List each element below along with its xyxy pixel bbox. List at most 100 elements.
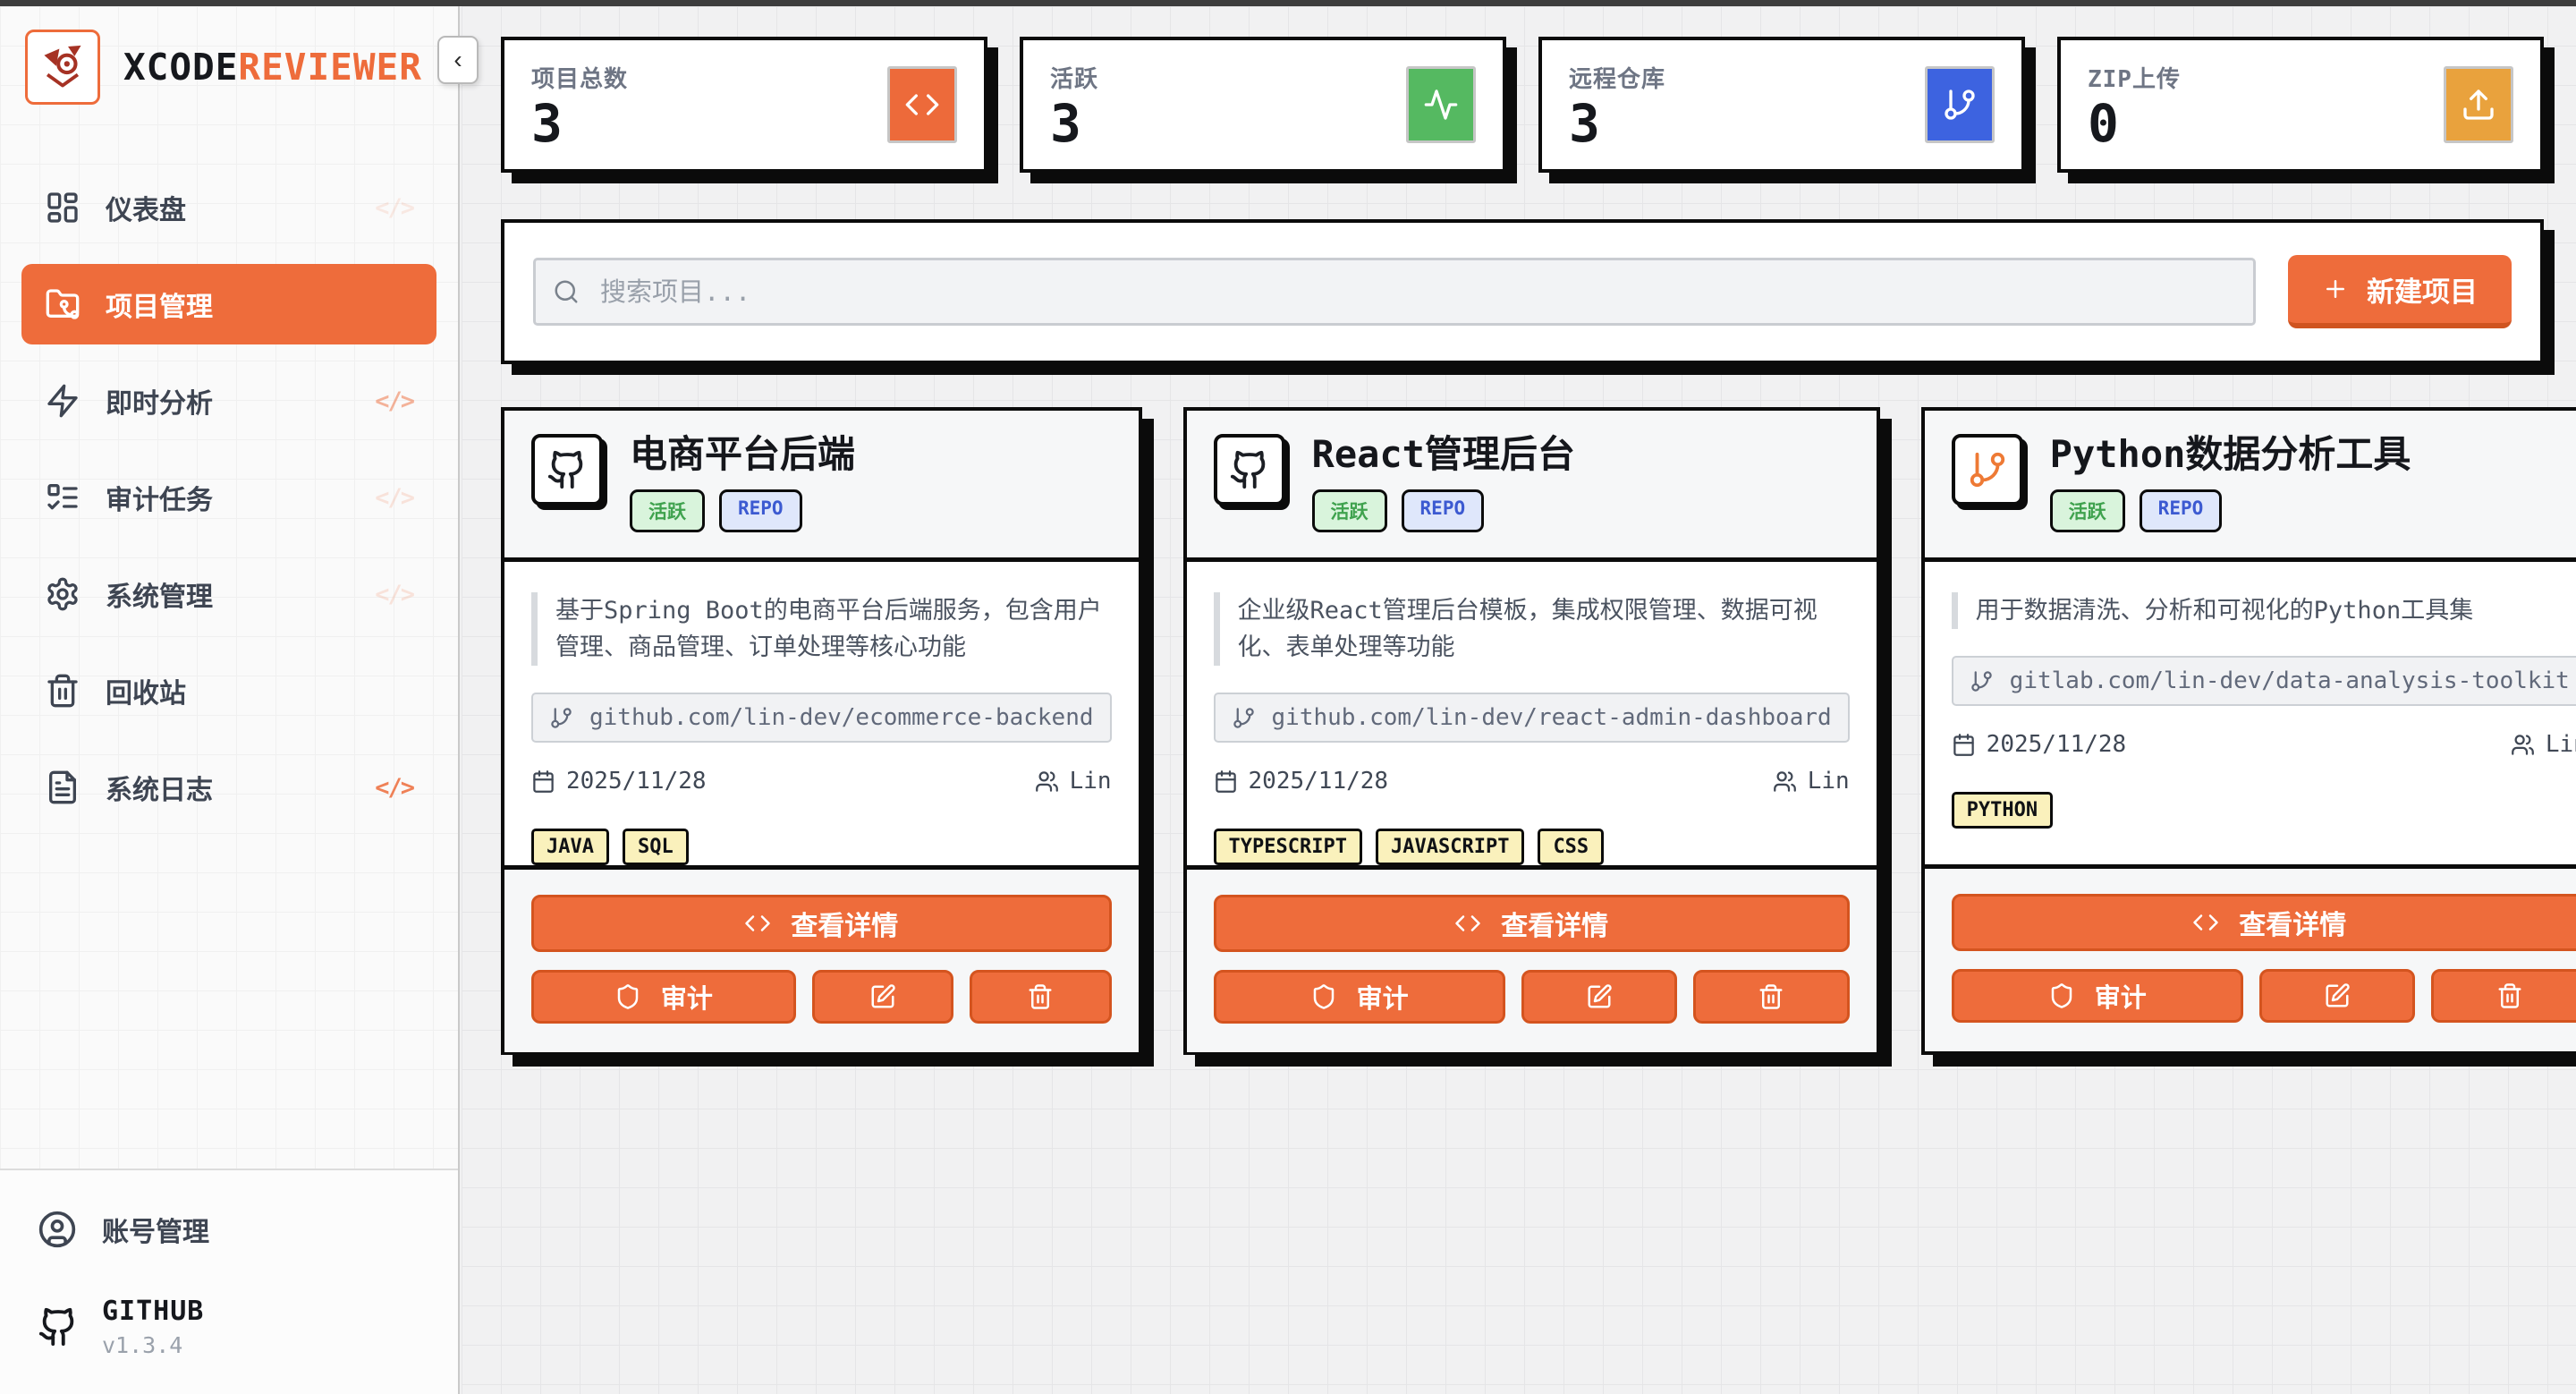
sidebar-nav: 仪表盘 </> 项目管理 即时分析 </> 审计任务 </> 系统管理 </> … (0, 178, 458, 854)
project-card-react-admin: React管理后台 活跃 REPO 企业级React管理后台模板，集成权限管理、… (1183, 407, 1880, 1055)
sidebar-item-projects[interactable]: 项目管理 (21, 264, 436, 344)
project-source-box (1952, 434, 2023, 506)
delete-button[interactable] (1693, 970, 1850, 1024)
search-icon (553, 278, 580, 305)
language-tag: CSS (1538, 829, 1604, 865)
project-description: 企业级React管理后台模板，集成权限管理、数据可视化、表单处理等功能 (1214, 592, 1850, 666)
project-footer: 查看详情 审计 (504, 865, 1139, 1052)
upload-icon (2461, 87, 2496, 123)
edit-icon (1586, 983, 1613, 1010)
dashboard-icon (45, 190, 80, 225)
sidebar-item-label: 回收站 (106, 671, 186, 710)
repo-url-box: github.com/lin-dev/react-admin-dashboard (1214, 693, 1850, 743)
sidebar-item-audit-tasks[interactable]: 审计任务 </> (21, 468, 436, 527)
project-body: 基于Spring Boot的电商平台后端服务，包含用户管理、商品管理、订单处理等… (504, 562, 1139, 865)
github-icon (38, 1306, 79, 1347)
view-details-button[interactable]: 查看详情 (1952, 894, 2576, 951)
project-author: Lin (2546, 731, 2576, 758)
project-footer: 查看详情 审计 (1187, 865, 1877, 1052)
view-details-button[interactable]: 查看详情 (1214, 895, 1850, 952)
edit-button[interactable] (812, 970, 953, 1024)
sidebar-item-instant-analysis[interactable]: 即时分析 </> (21, 371, 436, 430)
edit-icon (869, 983, 896, 1010)
stat-label: 项目总数 (531, 61, 628, 94)
audit-button[interactable]: 审计 (531, 970, 796, 1024)
sidebar-item-dashboard[interactable]: 仪表盘 </> (21, 178, 436, 237)
gear-icon (45, 576, 80, 612)
code-deco-icon: </> (375, 387, 413, 415)
users-icon (1773, 769, 1797, 794)
new-project-button[interactable]: 新建项目 (2288, 255, 2512, 328)
plus-icon (2322, 276, 2349, 302)
brand-orange: REVIEWER (238, 46, 421, 89)
project-date: 2025/11/28 (1987, 731, 2127, 758)
list-todo-icon (45, 480, 80, 515)
app-logo (25, 30, 100, 105)
sidebar-item-system-admin[interactable]: 系统管理 </> (21, 565, 436, 624)
project-card-ecommerce-backend: 电商平台后端 活跃 REPO 基于Spring Boot的电商平台后端服务，包含… (501, 407, 1142, 1055)
sidebar-item-account[interactable]: 账号管理 (38, 1210, 420, 1249)
stat-tile (1925, 66, 1995, 143)
github-icon (1229, 449, 1270, 490)
calendar-icon (1952, 733, 1976, 757)
stat-tile (887, 66, 957, 143)
sidebar-item-label: 系统日志 (106, 768, 213, 807)
audit-label: 审计 (661, 978, 713, 1016)
view-details-label: 查看详情 (2239, 903, 2346, 942)
delete-button[interactable] (2431, 969, 2576, 1023)
edit-button[interactable] (1521, 970, 1678, 1024)
author-item: Lin (2511, 731, 2576, 758)
sidebar-item-recycle-bin[interactable]: 回收站 (21, 661, 436, 720)
edit-button[interactable] (2259, 969, 2416, 1023)
project-description: 基于Spring Boot的电商平台后端服务，包含用户管理、商品管理、订单处理等… (531, 592, 1112, 666)
date-item: 2025/11/28 (531, 768, 707, 795)
search-input[interactable] (533, 258, 2256, 326)
sidebar-item-label: 项目管理 (106, 285, 213, 324)
project-date: 2025/11/28 (1249, 768, 1389, 795)
project-card-python-toolkit: Python数据分析工具 活跃 REPO 用于数据清洗、分析和可视化的Pytho… (1921, 407, 2576, 1055)
code-icon (1454, 910, 1481, 937)
code-icon (744, 910, 771, 937)
edit-icon (2324, 982, 2351, 1009)
stat-tile (1406, 66, 1476, 143)
delete-button[interactable] (970, 970, 1111, 1024)
git-branch-icon (1967, 449, 2008, 490)
action-row: 审计 (1952, 969, 2576, 1023)
git-branch-icon (1232, 706, 1256, 730)
project-header: Python数据分析工具 活跃 REPO (1925, 411, 2576, 562)
git-branch-icon (1942, 87, 1978, 123)
calendar-icon (1214, 769, 1238, 794)
audit-button[interactable]: 审计 (1214, 970, 1505, 1024)
meta-row: 2025/11/28 Lin (531, 768, 1112, 795)
stat-label: 远程仓库 (1569, 61, 1665, 94)
sidebar-item-system-logs[interactable]: 系统日志 </> (21, 758, 436, 817)
git-branch-icon (1970, 669, 1994, 693)
trash-icon (45, 673, 80, 709)
project-grid: 电商平台后端 活跃 REPO 基于Spring Boot的电商平台后端服务，包含… (501, 407, 2544, 1055)
project-body: 用于数据清洗、分析和可视化的Python工具集 gitlab.com/lin-d… (1925, 562, 2576, 864)
stat-card-zip-uploads: ZIP上传 0 (2057, 37, 2544, 173)
language-tag: SQL (623, 829, 689, 865)
view-details-button[interactable]: 查看详情 (531, 895, 1112, 952)
new-project-label: 新建项目 (2367, 269, 2478, 310)
sidebar-collapse-button[interactable]: ‹ (437, 36, 479, 84)
zap-icon (45, 383, 80, 419)
sidebar-item-label: 审计任务 (106, 478, 213, 517)
code-icon (904, 87, 940, 123)
calendar-icon (531, 769, 555, 794)
project-title: Python数据分析工具 (2050, 434, 2411, 475)
repo-badge: REPO (2140, 489, 2223, 532)
badge-row: 活跃 REPO (1312, 489, 1575, 532)
repo-url-box: github.com/lin-dev/ecommerce-backend (531, 693, 1112, 743)
folder-git-icon (45, 286, 80, 322)
language-tag: JAVA (531, 829, 609, 865)
stat-card-total-projects: 项目总数 3 (501, 37, 987, 173)
search-wrap (533, 258, 2256, 326)
trash-icon (1027, 983, 1054, 1010)
users-icon (2511, 733, 2535, 757)
repo-url-box: gitlab.com/lin-dev/data-analysis-toolkit (1952, 656, 2576, 706)
status-badge: 活跃 (1312, 489, 1387, 532)
audit-button[interactable]: 审计 (1952, 969, 2243, 1023)
code-deco-icon: </> (375, 194, 413, 222)
project-footer: 查看详情 审计 (1925, 864, 2576, 1051)
